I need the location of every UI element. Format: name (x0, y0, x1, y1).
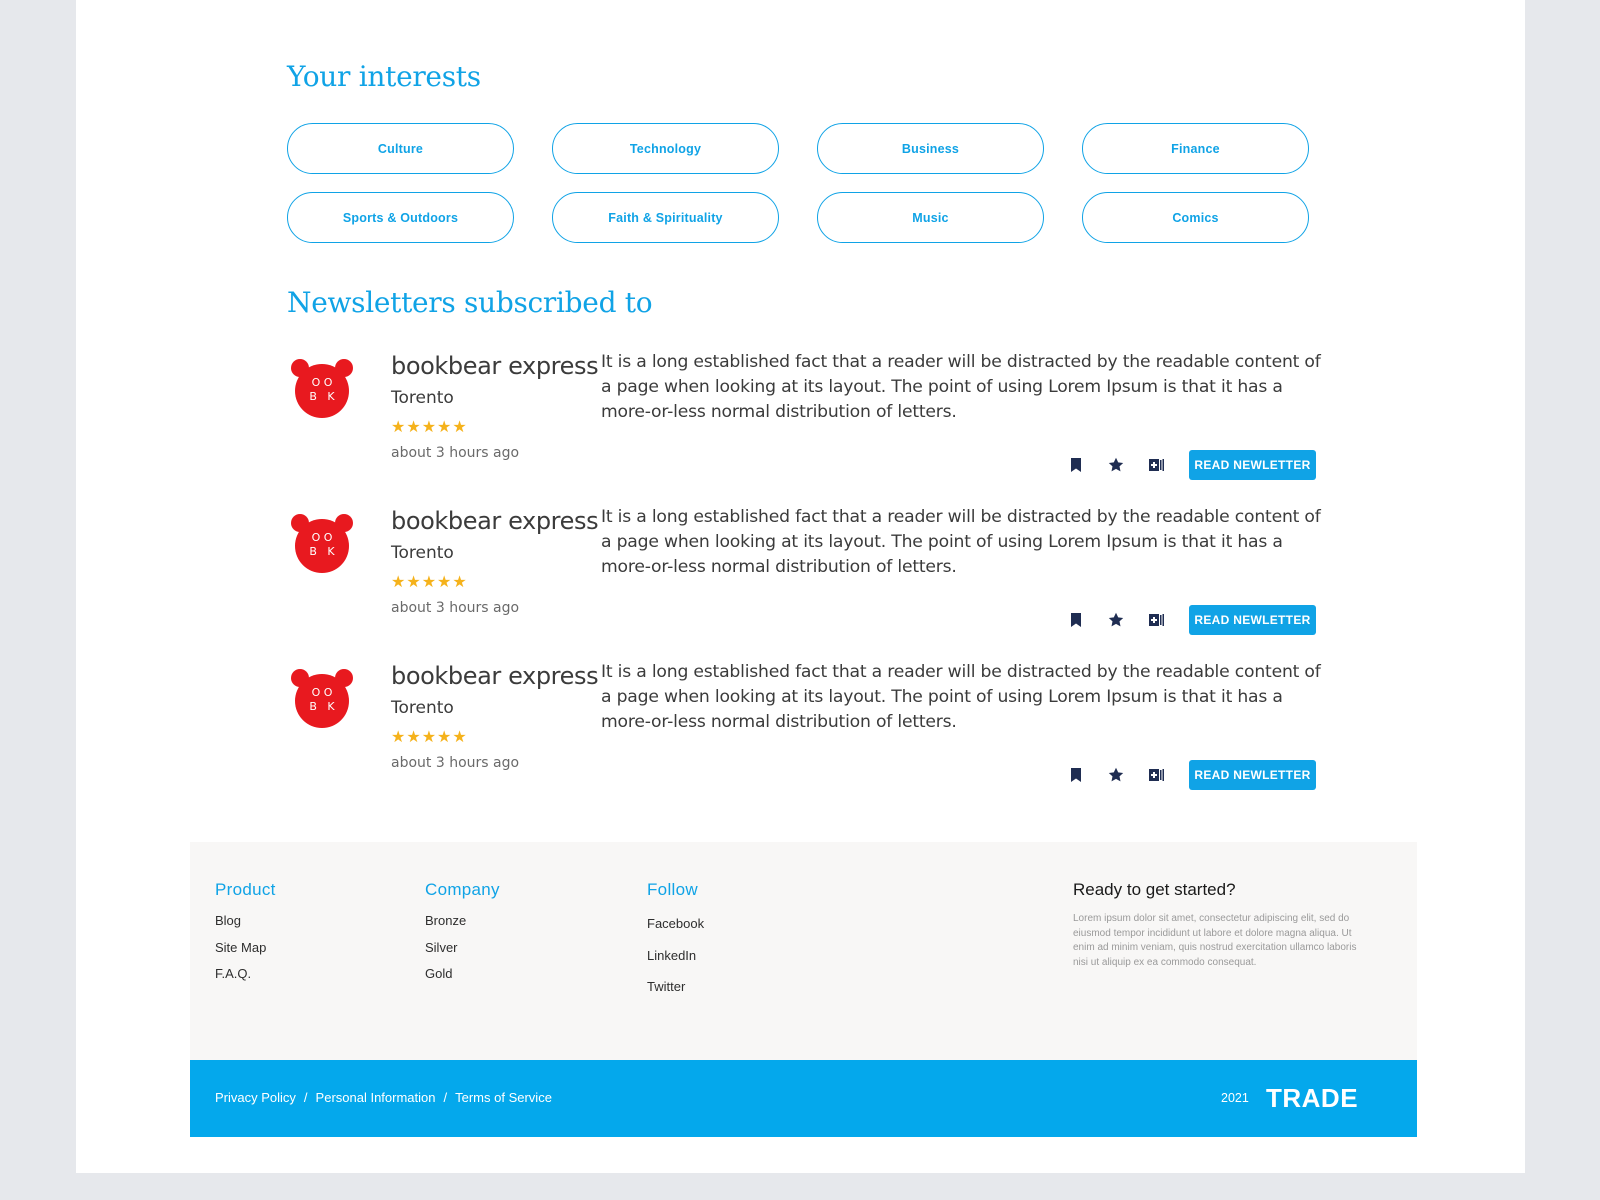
newsletter-time: about 3 hours ago (391, 445, 520, 461)
footer-link-silver[interactable]: Silver (425, 935, 500, 962)
personal-information-link[interactable]: Personal Information (316, 1090, 436, 1105)
footer-company-title: Company (425, 880, 500, 899)
star-icon[interactable] (1107, 456, 1125, 474)
bookmark-icon[interactable] (1067, 766, 1085, 784)
newsletter-time: about 3 hours ago (391, 755, 520, 771)
logo-text-top: O O (312, 686, 333, 699)
footer-cta: Ready to get started? Lorem ipsum dolor … (1073, 880, 1363, 970)
logo-text-top: O O (312, 531, 333, 544)
newsletter-item: O O B K bookbear express Torento ★★★★★ a… (287, 660, 1387, 815)
logo-text-bottom: B K (309, 390, 335, 403)
interest-chip-technology[interactable]: Technology (552, 123, 779, 174)
newsletter-meta: bookbear express Torento ★★★★★ about 3 h… (391, 350, 601, 463)
interest-chip-music[interactable]: Music (817, 192, 1044, 243)
newsletter-item: O O B K bookbear express Torento ★★★★★ a… (287, 350, 1387, 505)
footer-link-twitter[interactable]: Twitter (647, 971, 704, 1003)
legal-separator: / (303, 1090, 308, 1105)
star-icon[interactable] (1107, 766, 1125, 784)
newsletter-time: about 3 hours ago (391, 600, 520, 616)
interest-chip-comics[interactable]: Comics (1082, 192, 1309, 243)
newsletter-description: It is a long established fact that a rea… (601, 507, 1321, 577)
add-to-collection-icon[interactable] (1147, 766, 1165, 784)
footer-link-linkedin[interactable]: LinkedIn (647, 940, 704, 972)
footer-cta-text: Lorem ipsum dolor sit amet, consectetur … (1073, 913, 1357, 968)
legal-links: Privacy Policy / Personal Information / … (215, 1090, 552, 1105)
footer-link-facebook[interactable]: Facebook (647, 908, 704, 940)
bookbear-logo: O O B K (289, 358, 355, 418)
newsletter-description: It is a long established fact that a rea… (601, 352, 1321, 422)
read-newsletter-button[interactable]: READ NEWLETTER (1189, 605, 1316, 635)
copyright-year: 2021 (1221, 1091, 1249, 1105)
bookbear-logo: O O B K (289, 668, 355, 728)
footer-follow-column: Follow Facebook LinkedIn Twitter (647, 880, 704, 1003)
footer-link-site-map[interactable]: Site Map (215, 935, 276, 962)
footer-link-bronze[interactable]: Bronze (425, 908, 500, 935)
interest-chip-culture[interactable]: Culture (287, 123, 514, 174)
rating-stars: ★★★★★ (391, 417, 468, 436)
newsletter-name: bookbear express (391, 507, 599, 535)
interest-chips: Culture Technology Business Finance Spor… (287, 123, 1327, 243)
interest-chip-faith-spirituality[interactable]: Faith & Spirituality (552, 192, 779, 243)
footer-product-title: Product (215, 880, 276, 899)
terms-of-service-link[interactable]: Terms of Service (455, 1090, 552, 1105)
read-newsletter-button[interactable]: READ NEWLETTER (1189, 450, 1316, 480)
read-newsletter-button[interactable]: READ NEWLETTER (1189, 760, 1316, 790)
footer-cta-title: Ready to get started? (1073, 880, 1236, 899)
footer-link-blog[interactable]: Blog (215, 908, 276, 935)
bookmark-icon[interactable] (1067, 611, 1085, 629)
newsletter-name: bookbear express (391, 662, 599, 690)
footer-product-column: Product Blog Site Map F.A.Q. (215, 880, 276, 988)
newsletter-meta: bookbear express Torento ★★★★★ about 3 h… (391, 660, 601, 773)
brand-logo: TRADE (1266, 1083, 1359, 1113)
newsletter-actions: READ NEWLETTER (1067, 760, 1316, 790)
newsletter-list: O O B K bookbear express Torento ★★★★★ a… (287, 350, 1387, 815)
footer-follow-title: Follow (647, 880, 698, 899)
add-to-collection-icon[interactable] (1147, 456, 1165, 474)
logo-text-bottom: B K (309, 545, 335, 558)
bookbear-logo: O O B K (289, 513, 355, 573)
bottom-bar: Privacy Policy / Personal Information / … (190, 1060, 1417, 1137)
newsletter-item: O O B K bookbear express Torento ★★★★★ a… (287, 505, 1387, 660)
logo-text-bottom: B K (309, 700, 335, 713)
newsletters-title: Newsletters subscribed to (287, 286, 653, 319)
logo-text-top: O O (312, 376, 333, 389)
newsletter-description: It is a long established fact that a rea… (601, 662, 1321, 732)
newsletter-city: Torento (391, 698, 454, 718)
rating-stars: ★★★★★ (391, 727, 468, 746)
newsletter-actions: READ NEWLETTER (1067, 450, 1316, 480)
footer-link-faq[interactable]: F.A.Q. (215, 961, 276, 988)
interest-chip-finance[interactable]: Finance (1082, 123, 1309, 174)
add-to-collection-icon[interactable] (1147, 611, 1165, 629)
newsletter-actions: READ NEWLETTER (1067, 605, 1316, 635)
interest-chip-sports-outdoors[interactable]: Sports & Outdoors (287, 192, 514, 243)
newsletter-city: Torento (391, 388, 454, 408)
footer-company-column: Company Bronze Silver Gold (425, 880, 500, 988)
privacy-policy-link[interactable]: Privacy Policy (215, 1090, 296, 1105)
star-icon[interactable] (1107, 611, 1125, 629)
rating-stars: ★★★★★ (391, 572, 468, 591)
newsletter-name: bookbear express (391, 352, 599, 380)
interest-chip-business[interactable]: Business (817, 123, 1044, 174)
newsletter-city: Torento (391, 543, 454, 563)
interests-title: Your interests (287, 60, 481, 93)
newsletter-meta: bookbear express Torento ★★★★★ about 3 h… (391, 505, 601, 618)
footer: Product Blog Site Map F.A.Q. Company Bro… (190, 842, 1417, 1060)
bookmark-icon[interactable] (1067, 456, 1085, 474)
footer-link-gold[interactable]: Gold (425, 961, 500, 988)
legal-separator: / (443, 1090, 448, 1105)
